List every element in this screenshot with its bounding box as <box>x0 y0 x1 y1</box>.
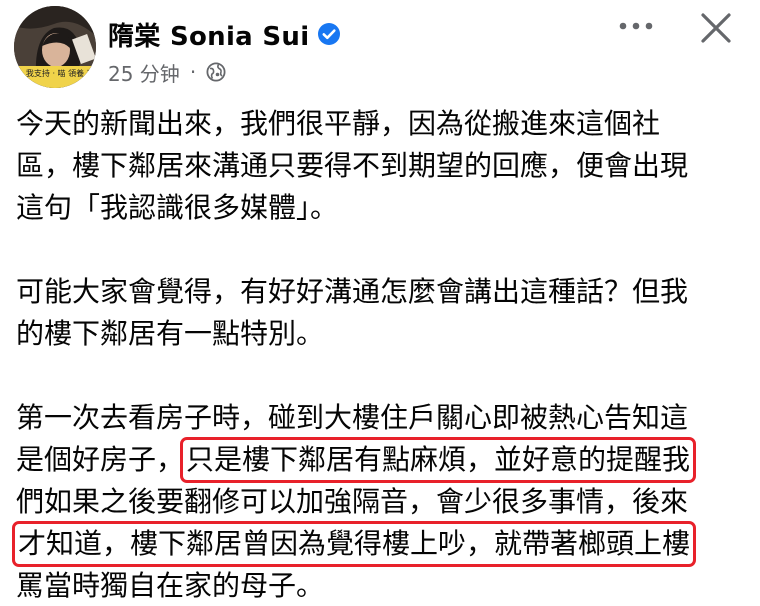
text-segment: 的樓下鄰居有一點特別。 <box>16 317 325 350</box>
globe-icon[interactable] <box>206 62 226 82</box>
text-line: 可能大家會覺得，有好好溝通怎麼會講出這種話？但我 <box>16 271 746 313</box>
text-line: 第一次去看房子時，碰到大樓住戶關心即被熱心告知這 <box>16 397 746 439</box>
more-options-icon[interactable] <box>614 12 658 48</box>
author-name[interactable]: 隋棠 Sonia Sui <box>108 16 309 53</box>
text-line: 這句「我認識很多媒體」。 <box>16 187 746 229</box>
text-line: 區，樓下鄰居來溝通只要得不到期望的回應，便會出現 <box>16 145 746 187</box>
text-line: 的樓下鄰居有一點特別。 <box>16 313 746 355</box>
text-segment: 第一次去看房子時，碰到大樓住戶關心即被熱心告知這 <box>16 401 689 434</box>
verified-badge-icon <box>317 22 341 46</box>
close-icon[interactable] <box>694 8 738 52</box>
avatar-caption: 十一 我支持 · 喵 領養 不買 <box>14 68 96 78</box>
meta-separator: · <box>189 60 197 84</box>
text-line: 們如果之後要翻修可以加強隔音，會少很多事情，後來 <box>16 481 746 523</box>
highlighted-text-box: 才知道，樓下鄰居曾因為覺得樓上吵，就帶著榔頭上樓 <box>11 521 697 567</box>
text-segment: 們如果之後要翻修可以加強隔音，會少很多事情，後來 <box>16 485 689 518</box>
paragraph-2: 可能大家會覺得，有好好溝通怎麼會講出這種話？但我 的樓下鄰居有一點特別。 <box>16 271 746 355</box>
text-segment: 這句「我認識很多媒體」。 <box>16 191 339 224</box>
text-line: 才知道，樓下鄰居曾因為覺得樓上吵，就帶著榔頭上樓 <box>11 521 746 567</box>
post-timestamp[interactable]: 25 分钟 <box>108 58 180 87</box>
paragraph-3: 第一次去看房子時，碰到大樓住戶關心即被熱心告知這 是個好房子，只是樓下鄰居有點麻… <box>11 397 746 606</box>
post-header: 十一 我支持 · 喵 領養 不買 隋棠 Sonia Sui 25 分钟 · <box>0 0 760 95</box>
author-row: 隋棠 Sonia Sui <box>108 16 341 52</box>
text-segment: 今天的新聞出來，我們很平靜，因為從搬進來這個社 <box>16 107 661 140</box>
text-segment: 可能大家會覺得，有好好溝通怎麼會講出這種話？但我 <box>16 275 689 308</box>
text-line: 罵當時獨自在家的母子。 <box>16 565 746 606</box>
post-body: 今天的新聞出來，我們很平靜，因為從搬進來這個社 區，樓下鄰居來溝通只要得不到期望… <box>11 103 746 606</box>
text-line: 今天的新聞出來，我們很平靜，因為從搬進來這個社 <box>16 103 746 145</box>
text-segment: 罵當時獨自在家的母子。 <box>16 569 325 602</box>
text-line: 是個好房子，只是樓下鄰居有點麻煩，並好意的提醒我 <box>16 437 746 483</box>
highlighted-text-box: 只是樓下鄰居有點麻煩，並好意的提醒我 <box>180 437 697 483</box>
avatar-image: 十一 我支持 · 喵 領養 不買 <box>14 6 96 88</box>
post-meta: 25 分钟 · <box>108 58 226 86</box>
avatar[interactable]: 十一 我支持 · 喵 領養 不買 <box>14 6 96 88</box>
text-segment: 區，樓下鄰居來溝通只要得不到期望的回應，便會出現 <box>16 149 689 182</box>
paragraph-1: 今天的新聞出來，我們很平靜，因為從搬進來這個社 區，樓下鄰居來溝通只要得不到期望… <box>16 103 746 229</box>
text-segment: 是個好房子， <box>16 443 185 476</box>
